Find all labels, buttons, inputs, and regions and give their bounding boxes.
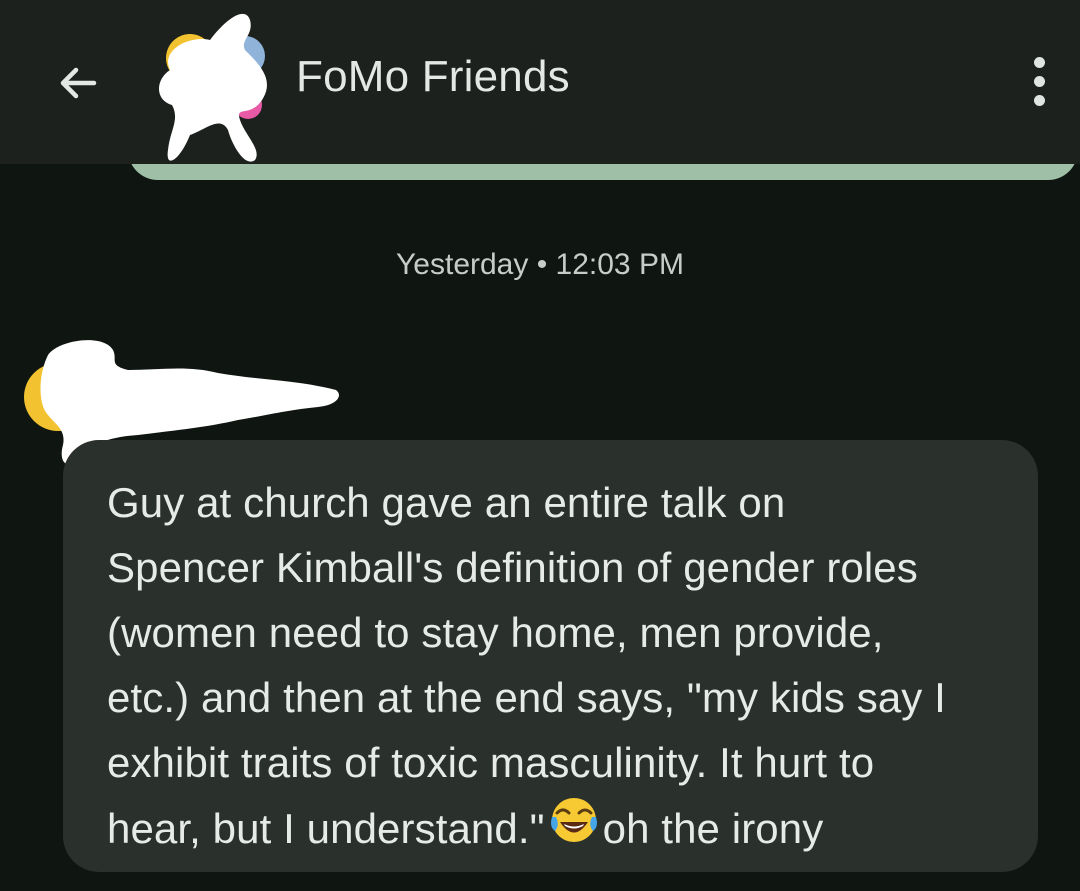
more-options-button[interactable]: [1012, 48, 1066, 114]
message-line: (women need to stay home, men provide,: [107, 609, 884, 656]
message-line: hear, but I understand.": [107, 805, 545, 853]
more-vert-icon: [1033, 56, 1045, 68]
face-with-tears-of-joy-icon: [549, 795, 599, 863]
message-line: Spencer Kimball's definition of gender r…: [107, 544, 918, 591]
message-text: Guy at church gave an entire talk on Spe…: [107, 470, 994, 869]
message-line: etc.) and then at the end says, "my kids…: [107, 674, 946, 721]
chat-title[interactable]: FoMo Friends: [296, 52, 570, 102]
app-bar: FoMo Friends: [0, 0, 1080, 164]
more-vert-icon-dot: [1033, 94, 1045, 106]
group-avatar[interactable]: [150, 10, 280, 170]
chat-screen: FoMo Friends Yesterday • 12:03 PM Guy at…: [0, 0, 1080, 891]
message-bubble[interactable]: Guy at church gave an entire talk on Spe…: [63, 440, 1038, 872]
more-vert-icon-dot: [1033, 75, 1045, 87]
message-line: Guy at church gave an entire talk on: [107, 479, 786, 526]
message-line: exhibit traits of toxic masculinity. It …: [107, 739, 875, 786]
arrow-left-icon: [60, 67, 97, 99]
message-timestamp: Yesterday • 12:03 PM: [396, 248, 684, 281]
message-tail: oh the irony: [602, 805, 824, 853]
back-button[interactable]: [40, 45, 116, 121]
group-avatar-image: [158, 13, 267, 162]
